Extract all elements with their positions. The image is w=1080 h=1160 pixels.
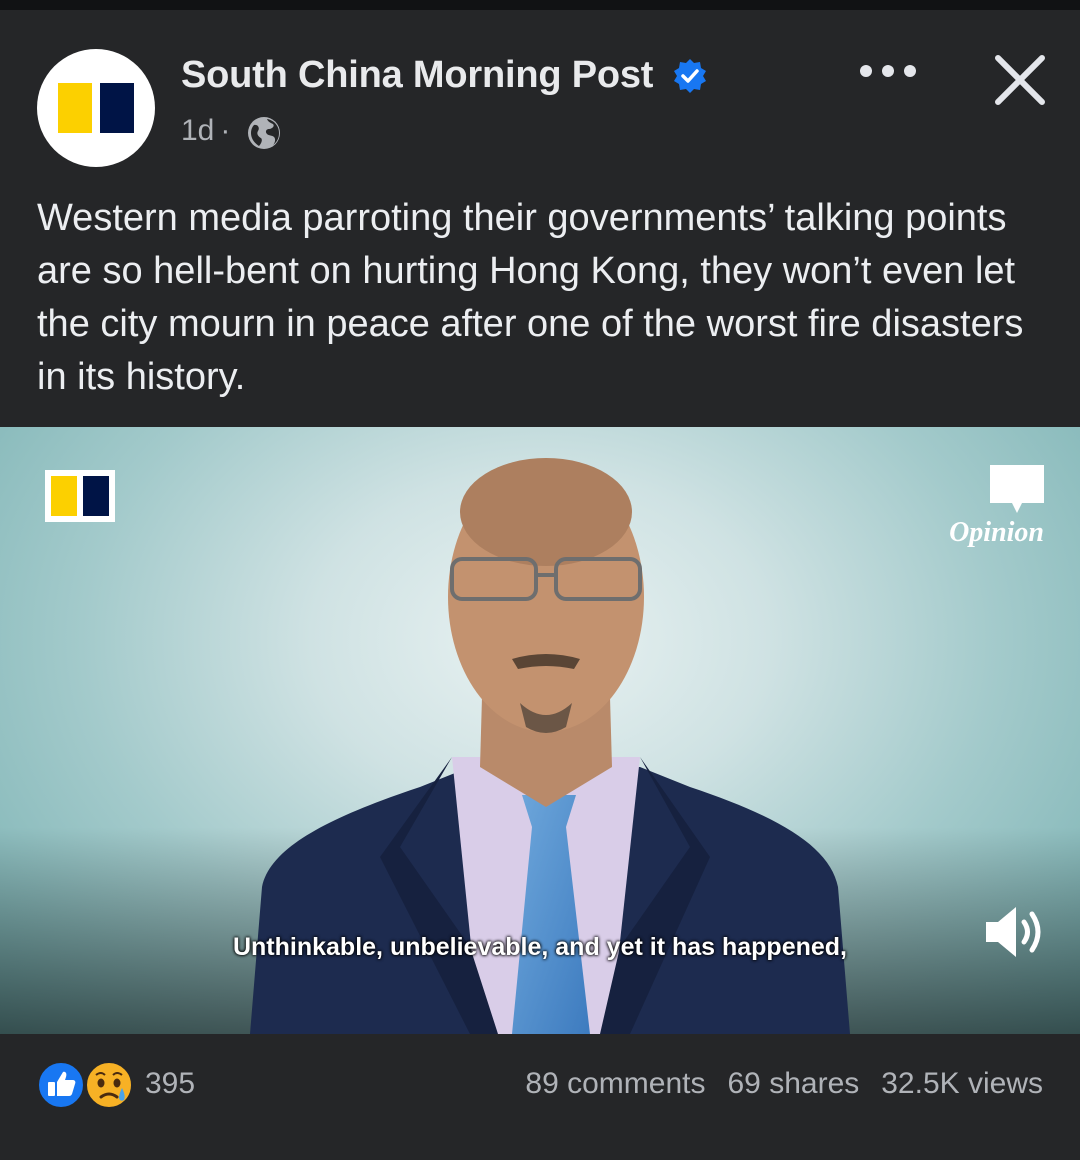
page-name[interactable]: South China Morning Post [181,54,653,97]
scmp-video-logo [45,470,115,522]
views-count: 32.5K views [881,1067,1043,1100]
speaker-icon[interactable] [982,902,1046,962]
post-footer: 395 89 comments 69 shares 32.5K views [0,1034,1080,1160]
video-subtitle: Unthinkable, unbelievable, and yet it ha… [232,933,847,961]
scmp-logo [58,83,134,133]
status-strip [0,0,1080,10]
shares-count[interactable]: 69 shares [728,1067,860,1100]
post-text: Western media parroting their government… [37,197,1024,398]
globe-icon [248,117,280,149]
avatar[interactable] [37,49,155,167]
more-options-icon[interactable] [856,58,920,84]
like-reaction-icon[interactable] [36,1060,86,1110]
post-header: South China Morning Post 1d · [0,10,1080,180]
meta-separator: · [220,114,231,147]
video-player[interactable]: Opinion Unthinkable, unbelievable, and y… [0,427,1080,1034]
reaction-count[interactable]: 395 [145,1067,195,1101]
sad-reaction-icon[interactable] [84,1060,134,1112]
post-time[interactable]: 1d [181,114,214,147]
verified-badge-icon [674,59,706,93]
engagement-stats: 89 comments 69 shares 32.5K views [525,1067,1043,1101]
comments-count[interactable]: 89 comments [525,1067,705,1100]
post-meta: 1d · [181,114,236,148]
close-icon[interactable] [990,50,1050,110]
speech-bubble-icon [990,465,1044,513]
opinion-label: Opinion [949,517,1044,548]
